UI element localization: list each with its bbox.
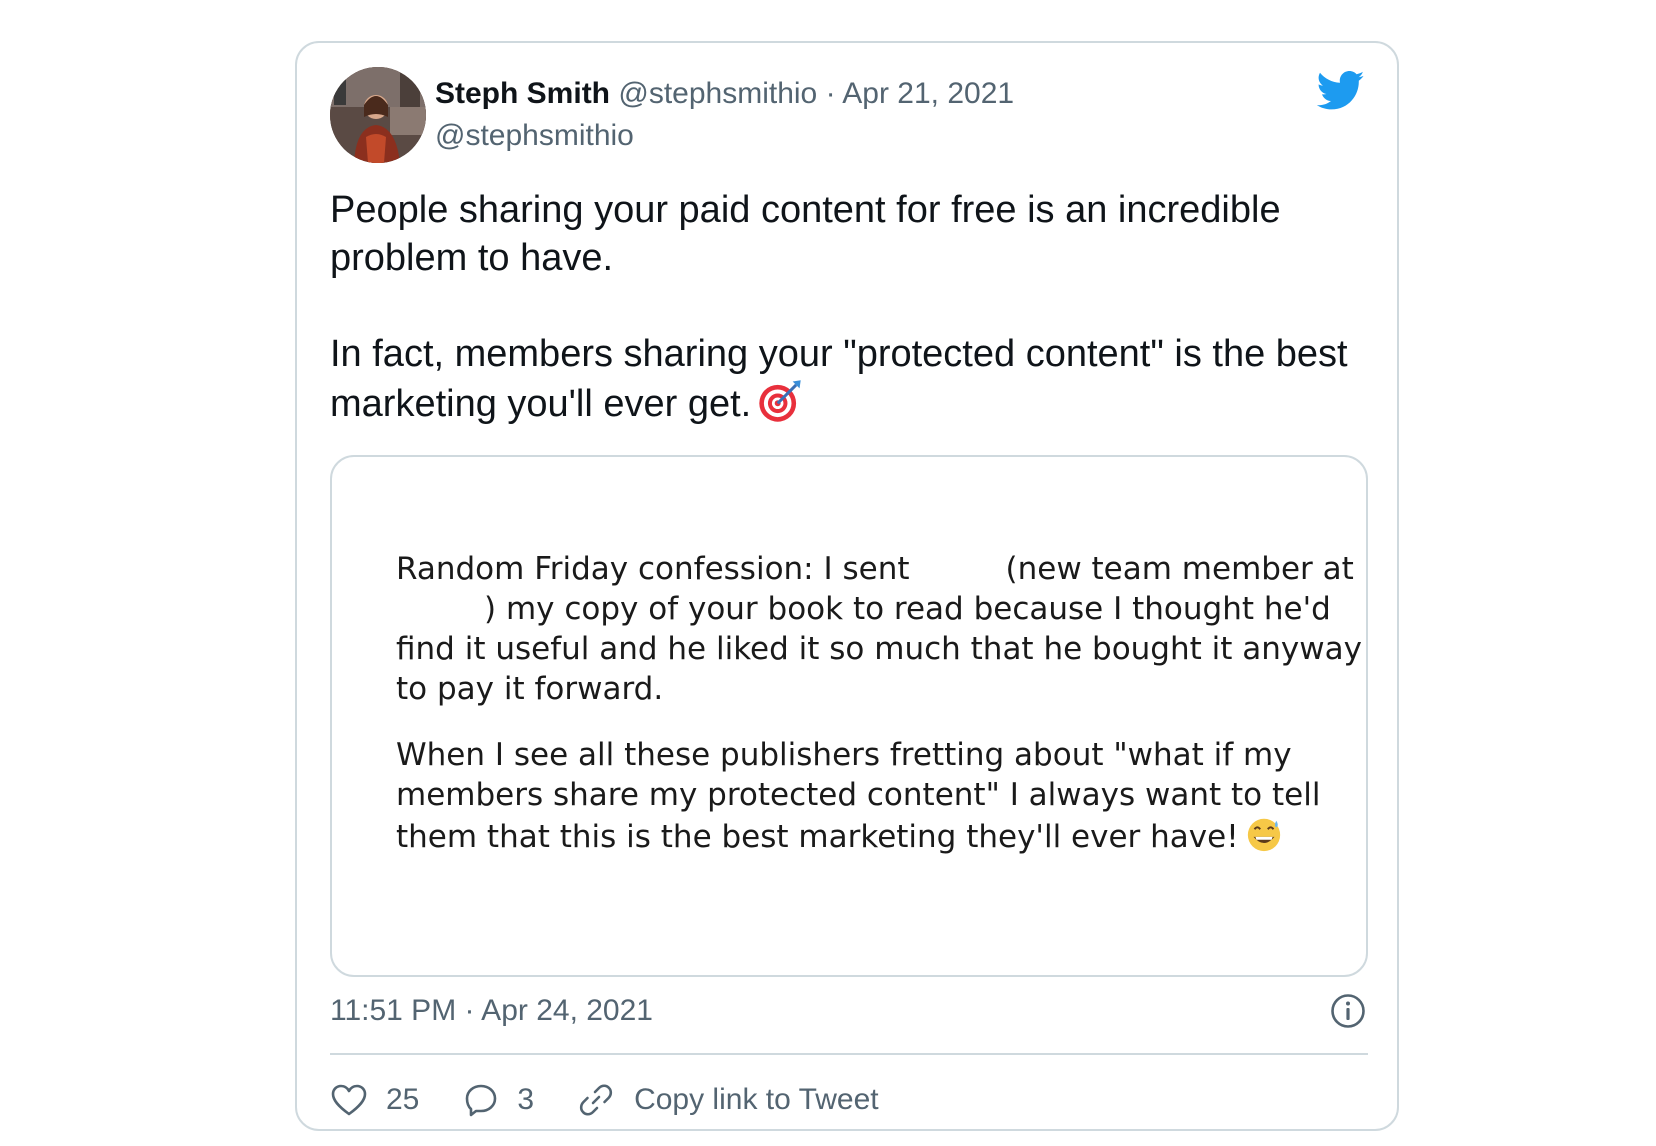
tweet-date[interactable]: Apr 21, 2021 [842,77,1014,110]
reply-bubble-icon [466,1084,497,1117]
reply-button[interactable]: 3 [463,1082,534,1118]
copy-link-button[interactable]: Copy link to Tweet [578,1082,879,1118]
image-line: find it useful and he liked it so much t… [396,631,1362,667]
image-line: them that this is the best marketing the… [396,815,1326,857]
divider [330,1053,1368,1055]
author-handle-line[interactable]: @stephsmithio [435,118,634,154]
twitter-bird-icon[interactable] [1317,71,1365,111]
tweet-paragraph-1: People sharing your paid content for fre… [330,189,1281,279]
image-line: When I see all these publishers fretting… [396,737,1292,773]
like-button[interactable]: 25 [330,1083,419,1117]
tweet-paragraph-2-text: In fact, members sharing your "protected… [330,333,1348,425]
copy-link-label: Copy link to Tweet [634,1083,879,1116]
tweet-timestamp[interactable]: 11:51 PM · Apr 24, 2021 [330,993,653,1029]
tweet-body: People sharing your paid content for fre… [330,186,1370,428]
image-line-text: them that this is the best marketing the… [396,819,1239,855]
avatar[interactable] [330,67,426,163]
image-line: ) my copy of your book to read because I… [396,589,1331,629]
image-line: members share my protected content" I al… [396,777,1321,813]
tweet-card: Steph Smith @stephsmithio · Apr 21, 2021… [295,41,1399,1131]
author-display-name[interactable]: Steph Smith [435,77,610,110]
image-line-text: Random Friday confession: I sent [396,551,910,587]
reply-count: 3 [517,1083,535,1116]
heart-icon [331,1084,367,1116]
like-count: 25 [386,1083,420,1116]
info-icon[interactable] [1330,993,1366,1029]
tweet-actions: 25 3 Copy link to Tweet [330,1075,923,1125]
author-handle[interactable]: @stephsmithio [618,77,817,110]
link-icon [579,1084,613,1116]
tweet-paragraph-2: In fact, members sharing your "protected… [330,330,1370,428]
image-line: Random Friday confession: I sent (new tea… [396,549,1354,589]
image-line-text: (new team member at [1005,551,1354,587]
date-separator: · [825,77,836,110]
grinning-face-with-sweat-icon [1247,818,1280,852]
direct-hit-icon [759,380,801,422]
image-line-text: ) my copy of your book to read because I… [484,591,1331,627]
image-line: to pay it forward. [396,671,664,707]
author-line: Steph Smith @stephsmithio · Apr 21, 2021 [435,76,1014,112]
attached-image[interactable]: Random Friday confession: I sent (new tea… [330,455,1368,977]
image-text: Random Friday confession: I sent (new tea… [396,549,1362,857]
